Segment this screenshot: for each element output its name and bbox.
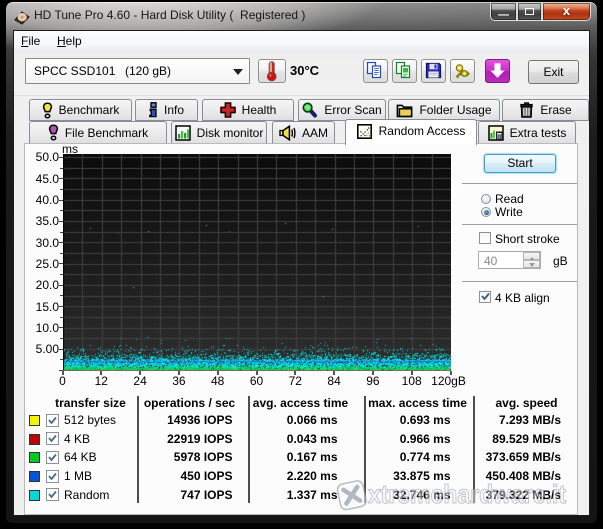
svg-text:xtremehardware.it: xtremehardware.it	[368, 479, 566, 509]
